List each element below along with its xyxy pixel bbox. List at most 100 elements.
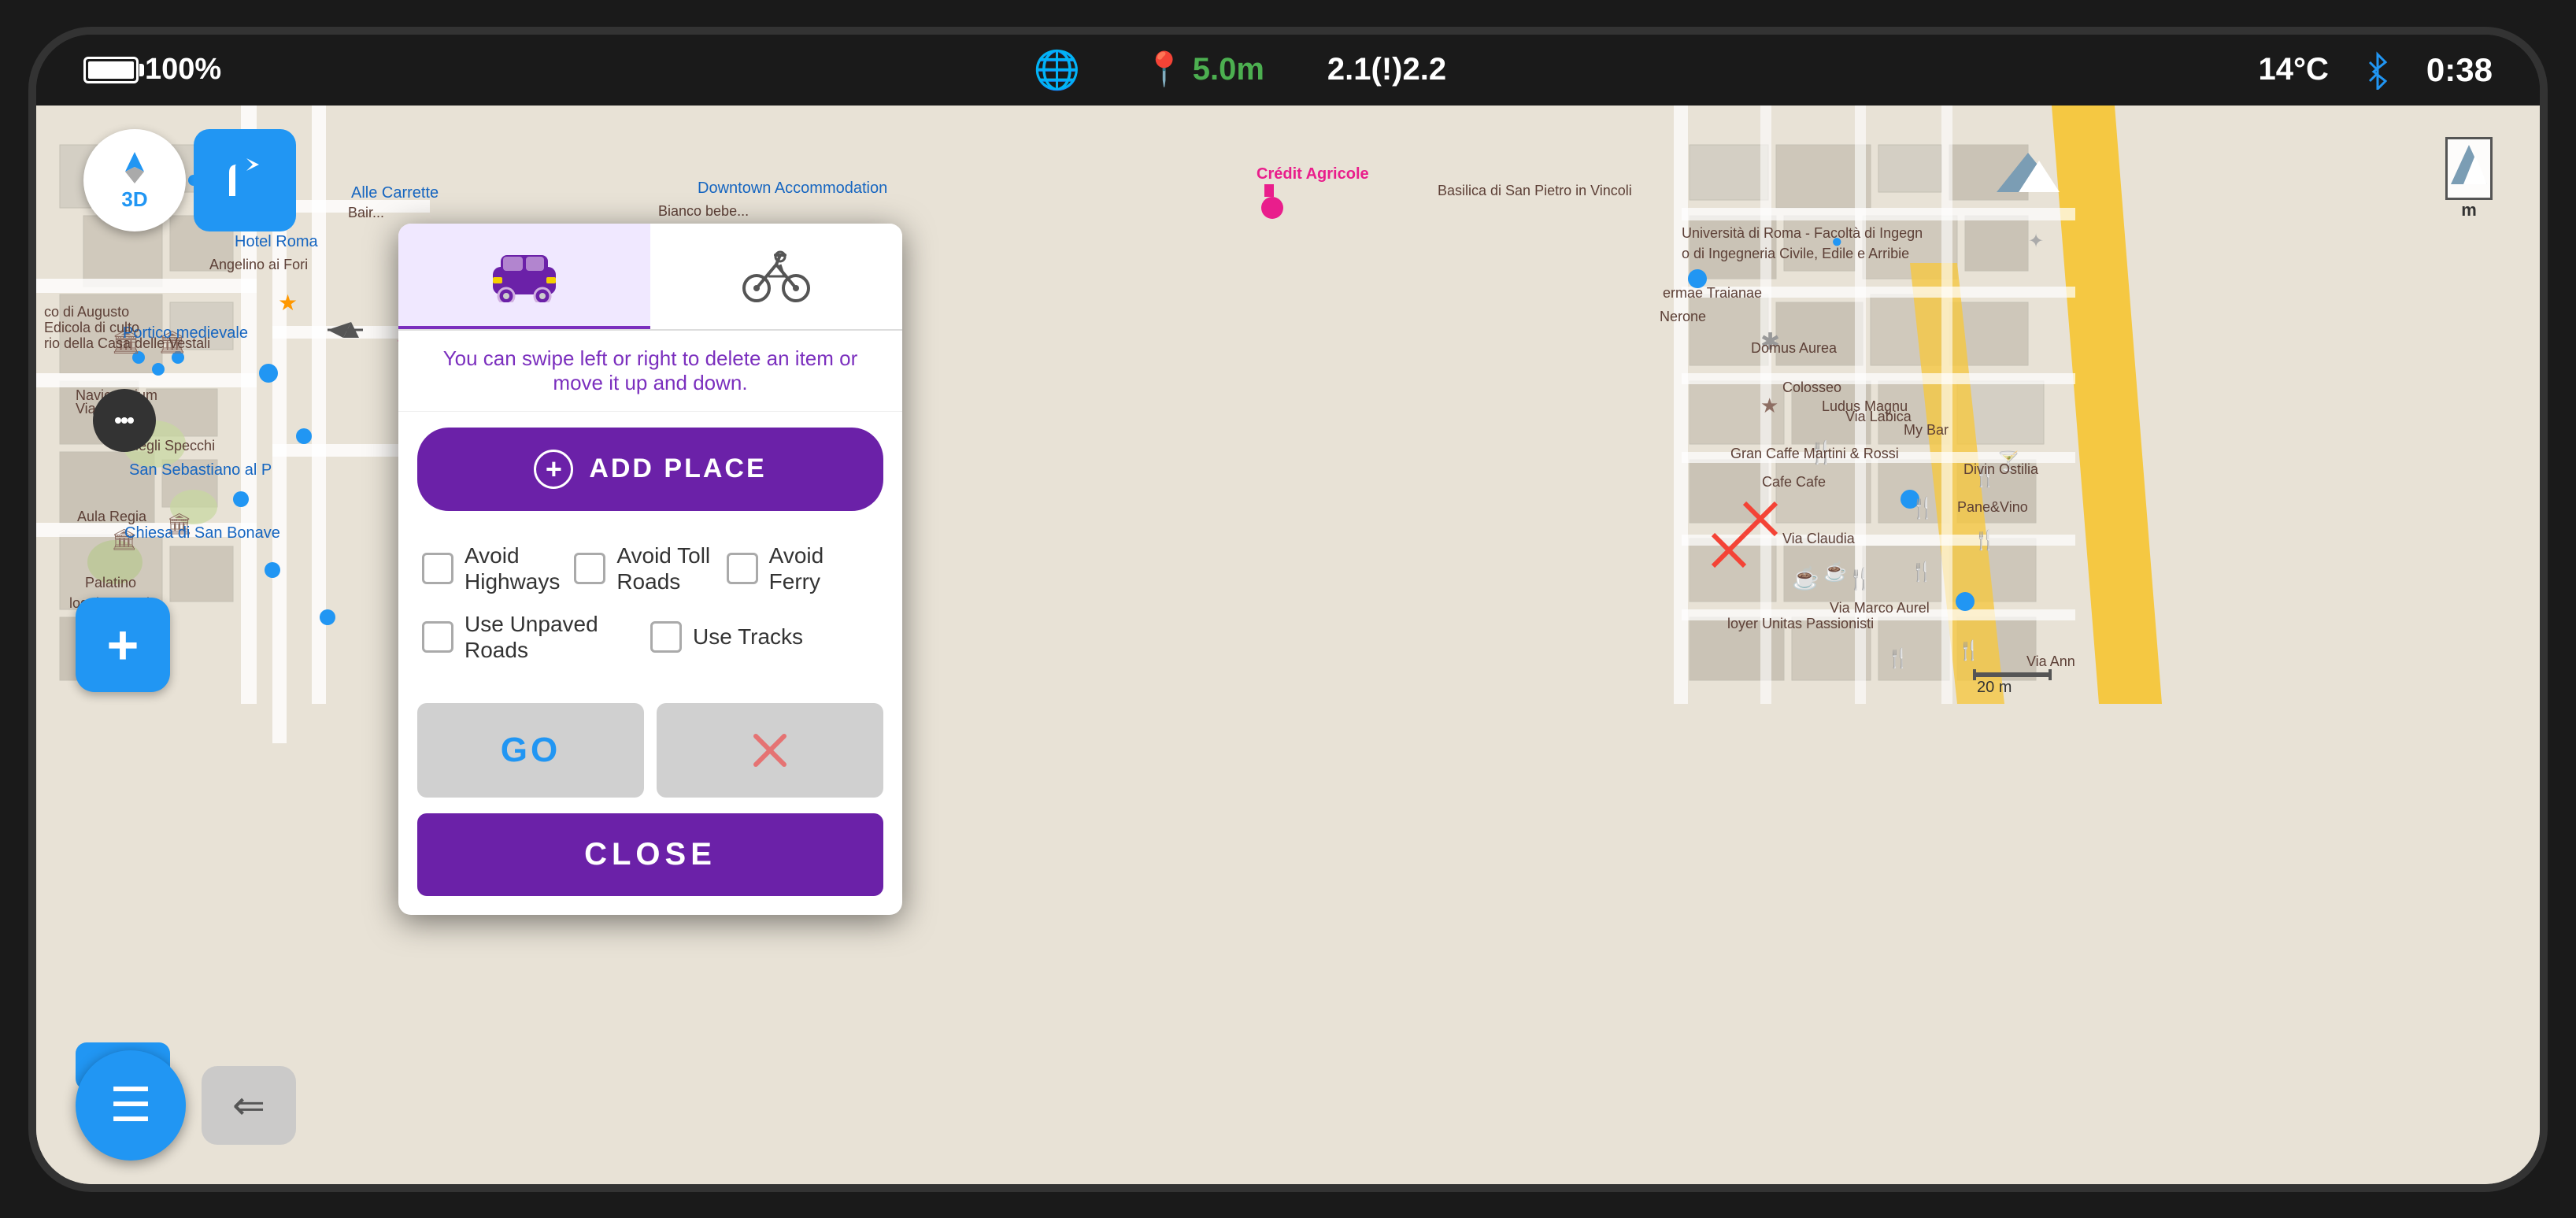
- map-label-bianco: Bianco bebe...: [658, 203, 749, 220]
- avoid-ferry-label: Avoid Ferry: [769, 542, 879, 595]
- map-label-rio-della: rio della Casa delle Vestali: [44, 335, 210, 352]
- map-label-univ2: o di Ingegneria Civile, Edile e Arribie: [1682, 246, 1909, 262]
- avoid-toll-option: Avoid TollRoads: [574, 542, 726, 595]
- use-unpaved-label: Use Unpaved Roads: [464, 611, 650, 664]
- route-options-modal: You can swipe left or right to delete an…: [398, 224, 902, 915]
- gps-pin-icon: 📍: [1143, 50, 1184, 89]
- bike-icon: [741, 249, 812, 304]
- action-buttons: GO: [417, 703, 883, 798]
- map-label-basilica: Basilica di San Pietro in Vincoli: [1438, 183, 1632, 199]
- transport-bike-option[interactable]: [650, 224, 902, 329]
- avoid-highways-option: AvoidHighways: [422, 542, 574, 595]
- map-label-cafe-cafe: Cafe Cafe: [1762, 474, 1826, 491]
- battery-body: [83, 57, 139, 83]
- map-label-nerone: Nerone: [1660, 309, 1706, 325]
- avoid-highways-label: AvoidHighways: [464, 542, 560, 595]
- map-label-credit-agricole: Crédit Agricole: [1257, 165, 1369, 183]
- add-place-label: ADD PLACE: [589, 454, 766, 484]
- use-tracks-option: Use Tracks: [650, 621, 879, 653]
- scale-unit-text: m: [2461, 200, 2477, 220]
- options-row-1: AvoidHighways Avoid TollRoads Avoid Ferr…: [422, 542, 879, 595]
- cancel-button[interactable]: [657, 703, 883, 798]
- close-label: CLOSE: [584, 837, 716, 872]
- map-label-aula-regia: Aula Regia: [77, 509, 146, 525]
- battery-icon: 100%: [83, 53, 221, 87]
- map-label-chiesa: Chiesa di San Bonave: [124, 524, 280, 542]
- options-row-2: Use Unpaved Roads Use Tracks: [422, 611, 879, 664]
- map-label-divin: Divin Ostilia: [1963, 461, 2038, 478]
- add-place-plus-icon: +: [534, 450, 573, 489]
- status-right: 14°C 0:38: [2259, 50, 2493, 90]
- mountain-scale-icon: [2449, 141, 2489, 196]
- status-bar: 100% 🌐 📍 5.0m 2.1(!)2.2 14°C 0:38: [36, 35, 2540, 106]
- hint-text: You can swipe left or right to delete an…: [398, 331, 902, 412]
- map-label-san-seb: San Sebastiano al P: [129, 461, 272, 479]
- use-unpaved-checkbox[interactable]: [422, 621, 453, 653]
- avoid-ferry-option: Avoid Ferry: [727, 542, 879, 595]
- map-label-via-ann: Via Ann: [2026, 653, 2075, 670]
- battery-fill: [88, 61, 134, 79]
- settings-icon: [109, 405, 140, 436]
- temperature-display: 14°C: [2259, 52, 2329, 87]
- battery-percent: 100%: [145, 53, 221, 87]
- map-label-termae: ermae Traianae: [1663, 285, 1762, 302]
- main-content: ★ ★ ● 🍴 🍴 🍴 🍴 🍴 🍴 🍴 🍴 🍸 ☕ ☕: [36, 106, 2540, 1184]
- map-label-downtown: Downtown Accommodation: [698, 180, 887, 198]
- map-label-univ1: Università di Roma - Facoltà di Ingegn: [1682, 225, 1923, 242]
- transport-car-option[interactable]: [398, 224, 650, 329]
- map-label-alle-carrette: Alle Carrette: [351, 184, 439, 202]
- map-label-via-marco: Via Marco Aurel: [1830, 600, 1930, 616]
- device-frame: 100% 🌐 📍 5.0m 2.1(!)2.2 14°C 0:38: [28, 27, 2548, 1192]
- map-label-via-claudia: Via Claudia: [1782, 531, 1855, 547]
- map-label-palatino: Palatino: [85, 575, 136, 591]
- globe-icon: 🌐: [1034, 47, 1081, 92]
- map-label-co-di: co di Augusto: [44, 304, 129, 320]
- map-label-loyer: loyer Unitas Passionisti: [1727, 616, 1874, 632]
- avoid-highways-checkbox[interactable]: [422, 553, 453, 584]
- avoid-ferry-checkbox[interactable]: [727, 553, 758, 584]
- use-unpaved-option: Use Unpaved Roads: [422, 611, 650, 664]
- turn-right-icon: [213, 149, 276, 212]
- map-label-gran-caffe: Gran Caffe Martini & Rossi: [1730, 446, 1899, 462]
- map-label-bair: Bair...: [348, 205, 384, 221]
- turn-arrow-button[interactable]: [194, 129, 296, 231]
- use-tracks-label: Use Tracks: [693, 624, 803, 650]
- menu-hamburger-icon: ☰: [109, 1082, 152, 1129]
- go-button[interactable]: GO: [417, 703, 644, 798]
- map-label-edicola: Edicola di culto: [44, 320, 139, 336]
- scale-box: [2445, 137, 2493, 200]
- status-center: 🌐 📍 5.0m 2.1(!)2.2: [1034, 47, 1446, 92]
- settings-dot-button[interactable]: [93, 389, 156, 452]
- map-label-hotel-roma: Hotel Roma: [235, 233, 318, 251]
- zoom-in-button[interactable]: +: [76, 598, 170, 692]
- map-label-via-labica: Via Labica: [1845, 409, 1912, 425]
- map-label-angelino: Angelino ai Fori: [209, 257, 308, 273]
- car-icon: [489, 247, 560, 302]
- map-label-colosseo: Colosseo: [1782, 379, 1841, 396]
- avoid-toll-label: Avoid TollRoads: [616, 542, 710, 595]
- back-button[interactable]: ⇐: [202, 1066, 296, 1145]
- gps-info: 📍 5.0m: [1143, 50, 1264, 89]
- bluetooth-icon: [2360, 50, 2395, 90]
- map-label-domus: Domus Aurea: [1751, 340, 1837, 357]
- close-button[interactable]: CLOSE: [417, 813, 883, 896]
- time-display: 0:38: [2426, 51, 2493, 89]
- map-label-pane-vino: Pane&Vino: [1957, 499, 2028, 516]
- 3d-label: 3D: [121, 187, 147, 212]
- route-options: AvoidHighways Avoid TollRoads Avoid Ferr…: [398, 527, 902, 695]
- plus-icon: +: [107, 617, 139, 672]
- status-left: 100%: [83, 53, 221, 87]
- back-arrow-icon: ⇐: [232, 1086, 265, 1125]
- menu-button[interactable]: ☰: [76, 1050, 186, 1161]
- add-place-button[interactable]: + ADD PLACE: [417, 428, 883, 511]
- use-tracks-checkbox[interactable]: [650, 621, 682, 653]
- cancel-x-icon: [746, 727, 794, 774]
- scale-indicator: m: [2445, 137, 2493, 220]
- speed-display: 2.1(!)2.2: [1327, 52, 1446, 87]
- gps-distance: 5.0m: [1193, 52, 1264, 87]
- map-3d-button[interactable]: 3D: [83, 129, 186, 231]
- avoid-toll-checkbox[interactable]: [574, 553, 605, 584]
- go-label: GO: [501, 731, 561, 769]
- transport-selector: [398, 224, 902, 331]
- compass-icon: [111, 148, 158, 187]
